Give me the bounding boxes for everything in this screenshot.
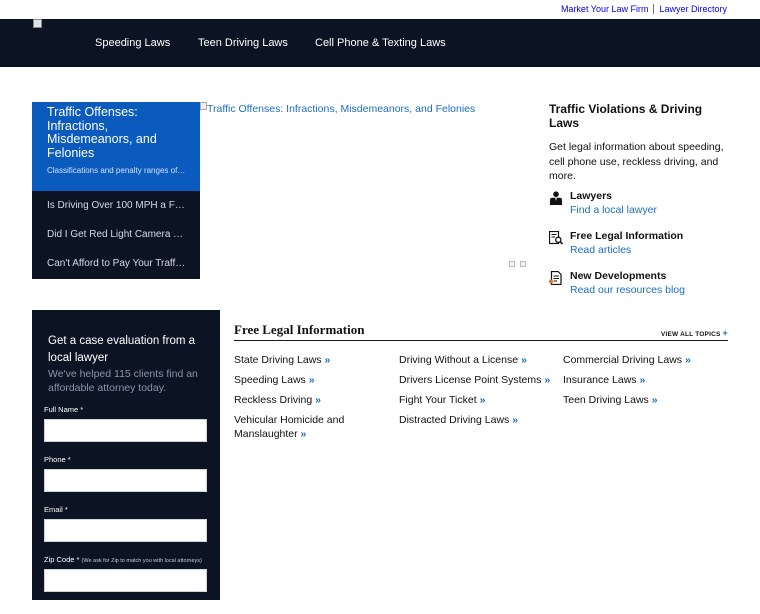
topic-link[interactable]: Vehicular Homicide and Manslaughter » (234, 413, 364, 441)
topic-link[interactable]: Teen Driving Laws » (563, 393, 723, 407)
site-logo[interactable] (33, 19, 42, 28)
case-evaluation-form: Get a case evaluation from a local lawye… (32, 310, 220, 614)
topic-link[interactable]: Insurance Laws » (563, 373, 723, 387)
email-label: Email * (44, 505, 68, 514)
zip-code-label: Zip Code * (We ask for Zip to match you … (44, 555, 202, 564)
find-local-lawyer-link[interactable]: Find a local lawyer (570, 204, 734, 216)
topic-column: State Driving Laws » Speeding Laws » Rec… (234, 353, 394, 447)
traffic-violations-panel: Traffic Violations & Driving Laws Get le… (549, 102, 734, 304)
carousel-dots (509, 261, 526, 267)
topic-link[interactable]: Speeding Laws » (234, 373, 394, 387)
free-legal-info-heading: Free Legal Information (570, 229, 684, 242)
featured-article-summary: Classifications and penalty ranges of tr… (47, 166, 186, 175)
free-legal-information-section: Free Legal Information VIEW ALL TOPICS +… (234, 322, 728, 440)
featured-article-title: Traffic Offenses: Infractions, Misdemean… (47, 105, 157, 160)
carousel-dot[interactable] (509, 261, 515, 267)
resources-blog-link[interactable]: Read our resources blog (570, 284, 734, 296)
section-title: Free Legal Information (234, 322, 365, 337)
featured-image[interactable]: Traffic Offenses: Infractions, Misdemean… (200, 102, 530, 279)
search-document-icon (549, 230, 563, 245)
market-your-law-firm-link[interactable]: Market Your Law Firm (561, 4, 649, 14)
case-description-label: Briefly describe your case * (44, 605, 135, 614)
topic-link[interactable]: Commercial Driving Laws » (563, 353, 723, 367)
plus-icon: + (722, 328, 728, 338)
featured-article-item[interactable]: Can't Afford to Pay Your Traffic Ticket? (32, 249, 200, 278)
topic-column: Driving Without a License » Drivers Lice… (399, 353, 559, 433)
featured-article-active[interactable]: Traffic Offenses: Infractions, Misdemean… (32, 102, 200, 191)
nav-speeding-laws[interactable]: Speeding Laws (95, 37, 170, 49)
news-document-icon (549, 270, 562, 285)
topic-column: Commercial Driving Laws » Insurance Laws… (563, 353, 723, 413)
featured-article-item[interactable]: Did I Get Red Light Camera Ticket? (32, 220, 200, 249)
topic-link[interactable]: Drivers License Point Systems » (399, 373, 559, 387)
nav-cell-phone-texting-laws[interactable]: Cell Phone & Texting Laws (315, 37, 446, 49)
full-name-label: Full Name * (44, 405, 84, 414)
traffic-violations-description: Get legal information about speeding, ce… (549, 141, 724, 182)
form-subtitle: We've helped 115 clients find an afforda… (48, 368, 198, 394)
read-articles-link[interactable]: Read articles (570, 244, 734, 256)
utility-links: Market Your Law Firm Lawyer Directory (561, 4, 727, 14)
view-all-topics-link[interactable]: VIEW ALL TOPICS + (661, 328, 728, 338)
topic-link[interactable]: State Driving Laws » (234, 353, 394, 367)
free-legal-info-row: Free Legal Information Read articles (549, 230, 734, 264)
traffic-violations-title: Traffic Violations & Driving Laws (549, 102, 703, 130)
topic-link[interactable]: Reckless Driving » (234, 393, 394, 407)
section-header: Free Legal Information VIEW ALL TOPICS + (234, 322, 728, 341)
form-title: Get a case evaluation from a local lawye… (48, 335, 196, 364)
topic-link[interactable]: Driving Without a License » (399, 353, 559, 367)
utility-bar: Market Your Law Firm Lawyer Directory (0, 0, 760, 19)
divider (653, 4, 655, 14)
phone-label: Phone * (44, 455, 71, 464)
featured-image-alt-text: Traffic Offenses: Infractions, Misdemean… (207, 103, 476, 115)
broken-image-icon (200, 102, 207, 110)
new-developments-row: New Developments Read our resources blog (549, 270, 734, 304)
lawyer-icon (550, 190, 562, 205)
topic-link[interactable]: Fight Your Ticket » (399, 393, 559, 407)
phone-input[interactable] (44, 469, 207, 492)
new-developments-heading: New Developments (570, 269, 667, 282)
carousel-dot[interactable] (520, 261, 526, 267)
nav-teen-driving-laws[interactable]: Teen Driving Laws (198, 37, 288, 49)
lawyers-row: Lawyers Find a local lawyer (549, 190, 734, 224)
topic-link[interactable]: Distracted Driving Laws » (399, 413, 559, 427)
lawyers-heading: Lawyers (570, 189, 613, 202)
email-input[interactable] (44, 519, 207, 542)
full-name-input[interactable] (44, 419, 207, 442)
zip-code-input[interactable] (44, 569, 207, 592)
featured-articles-list: Traffic Offenses: Infractions, Misdemean… (32, 102, 200, 279)
featured-article-item[interactable]: Is Driving Over 100 MPH a Felony? (32, 191, 200, 220)
lawyer-directory-link[interactable]: Lawyer Directory (659, 4, 727, 14)
main-nav: Speeding Laws Teen Driving Laws Cell Pho… (0, 19, 760, 67)
